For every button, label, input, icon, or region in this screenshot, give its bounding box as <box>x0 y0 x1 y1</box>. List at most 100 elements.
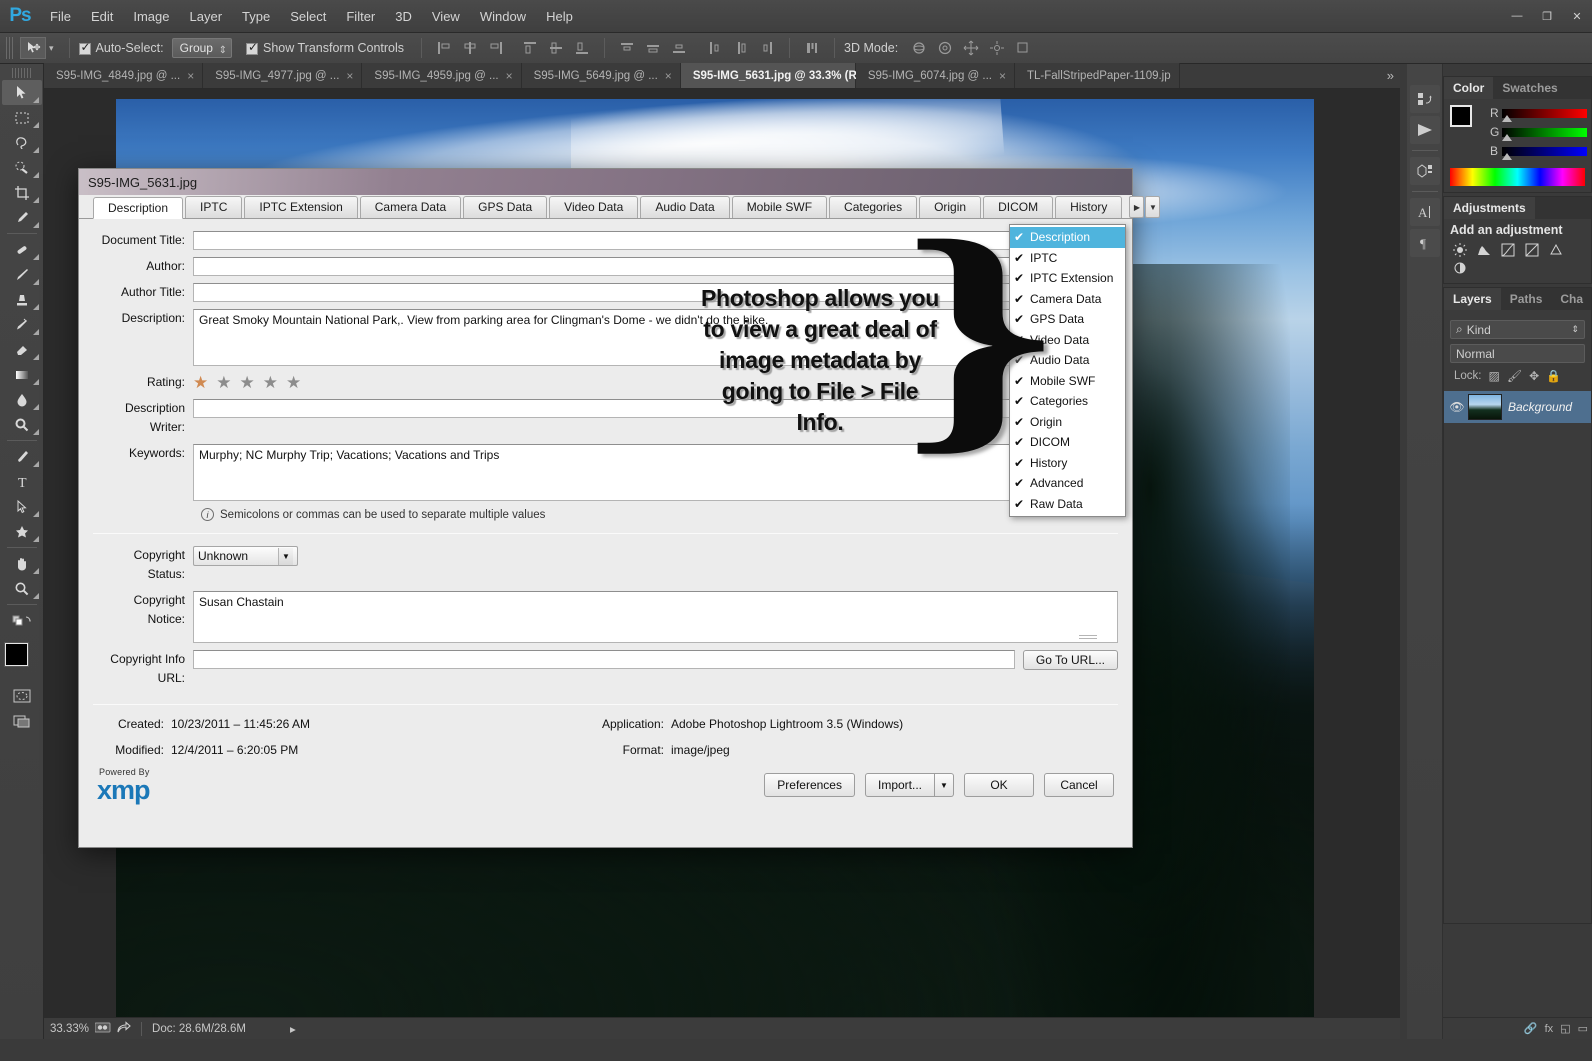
default-colors-icon[interactable] <box>2 608 42 633</box>
layer-kind-filter[interactable]: ⌕ Kind ⇕ <box>1450 320 1585 339</box>
history-brush-tool-icon[interactable] <box>2 312 42 337</box>
import-button[interactable]: Import... <box>864 773 935 797</box>
type-tool-icon[interactable]: T <box>2 469 42 494</box>
tab-adjustments[interactable]: Adjustments <box>1444 197 1535 219</box>
zoom-level[interactable]: 33.33% <box>50 1023 89 1035</box>
document-tab[interactable]: S95-IMG_6074.jpg @ ... × <box>855 63 1016 88</box>
tab-swatches[interactable]: Swatches <box>1493 77 1566 99</box>
options-bar-grip[interactable] <box>6 37 14 59</box>
rating-star-5[interactable]: ★ <box>286 374 301 391</box>
hand-tool-icon[interactable] <box>2 551 42 576</box>
document-tab[interactable]: TL-FallStripedPaper-1109.jp <box>1015 63 1180 88</box>
dialog-tab-iptc[interactable]: IPTC <box>185 196 243 218</box>
document-tab[interactable]: S95-IMG_4849.jpg @ ... × <box>44 63 204 88</box>
chevron-updown-icon[interactable]: ⇕ <box>1571 324 1579 335</box>
close-icon[interactable]: × <box>187 69 194 83</box>
layers-list-empty-area[interactable] <box>1444 423 1591 923</box>
tab-overflow-icon[interactable]: » <box>1381 63 1400 88</box>
move-tool-icon[interactable] <box>20 37 46 59</box>
align-right-edges-icon[interactable] <box>486 38 506 58</box>
crop-tool-icon[interactable] <box>2 180 42 205</box>
paragraph-panel-icon[interactable]: ¶ <box>1409 229 1440 257</box>
screen-mode-icon[interactable] <box>2 708 42 733</box>
timeline-play-icon[interactable] <box>1409 116 1440 144</box>
rotate-3d-icon[interactable] <box>909 38 929 58</box>
menu-file[interactable]: File <box>40 0 81 33</box>
dialog-tab-description[interactable]: Description <box>93 197 184 219</box>
tab-list-chevron-down-icon[interactable]: ▼ <box>1145 196 1161 218</box>
dialog-tab-gps-data[interactable]: GPS Data <box>463 196 548 218</box>
dodge-tool-icon[interactable] <box>2 412 42 437</box>
blur-tool-icon[interactable] <box>2 387 42 412</box>
brightness-contrast-icon[interactable] <box>1448 241 1472 259</box>
maximize-icon[interactable]: ❐ <box>1532 0 1562 33</box>
share-icon[interactable] <box>117 1020 131 1037</box>
auto-select-checkbox[interactable]: Auto-Select: <box>78 40 164 55</box>
path-selection-tool-icon[interactable] <box>2 494 42 519</box>
quick-mask-mode-icon[interactable] <box>2 683 42 708</box>
curves-icon[interactable] <box>1496 241 1520 259</box>
menu-edit[interactable]: Edit <box>81 0 123 33</box>
menu-layer[interactable]: Layer <box>180 0 233 33</box>
copyright-notice-textarea[interactable]: Susan Chastain <box>193 591 1118 643</box>
close-icon[interactable]: × <box>506 69 513 83</box>
red-slider[interactable] <box>1502 108 1587 122</box>
green-slider[interactable] <box>1502 127 1587 141</box>
cancel-button[interactable]: Cancel <box>1044 773 1114 797</box>
roll-3d-icon[interactable] <box>935 38 955 58</box>
gradient-tool-icon[interactable] <box>2 362 42 387</box>
tab-scroll-right-icon[interactable]: ▶ <box>1129 196 1145 218</box>
scale-3d-icon[interactable] <box>1013 38 1033 58</box>
lock-image-pixels-icon[interactable]: 🖌 <box>1507 369 1522 383</box>
levels-icon[interactable] <box>1472 241 1496 259</box>
minimize-icon[interactable]: — <box>1502 0 1532 33</box>
eyedropper-tool-icon[interactable] <box>2 205 42 230</box>
add-mask-icon[interactable]: ◱ <box>1560 1022 1570 1035</box>
document-tab[interactable]: S95-IMG_4977.jpg @ ... × <box>203 63 363 88</box>
close-icon[interactable]: × <box>346 69 353 83</box>
rectangular-marquee-tool-icon[interactable] <box>2 105 42 130</box>
move-tool-icon[interactable] <box>1 80 42 105</box>
lock-transparent-pixels-icon[interactable]: ▨ <box>1489 369 1500 383</box>
clone-stamp-tool-icon[interactable] <box>2 287 42 312</box>
copyright-status-dropdown[interactable]: Unknown ▼ <box>193 546 298 566</box>
eye-icon[interactable]: 👁 <box>1446 400 1468 414</box>
rating-stars[interactable]: ★ ★ ★ ★ ★ <box>193 373 309 392</box>
tab-color[interactable]: Color <box>1444 77 1494 99</box>
layer-row-background[interactable]: 👁 Background <box>1444 391 1591 423</box>
ok-button[interactable]: OK <box>964 773 1034 797</box>
blue-slider-thumb[interactable] <box>1502 152 1512 160</box>
close-icon[interactable]: ✕ <box>1562 0 1592 33</box>
document-tab[interactable]: S95-IMG_5649.jpg @ ... × <box>521 63 681 88</box>
new-group-icon[interactable]: ▭ <box>1578 1022 1588 1035</box>
dialog-tab-video-data[interactable]: Video Data <box>549 196 639 218</box>
slider-row-b[interactable]: B <box>1490 143 1587 160</box>
custom-shape-tool-icon[interactable] <box>2 519 42 544</box>
menu-window[interactable]: Window <box>470 0 536 33</box>
dialog-tab-iptc-extension[interactable]: IPTC Extension <box>244 196 358 218</box>
auto-select-scope-dropdown[interactable]: Group <box>171 38 232 60</box>
spot-healing-brush-tool-icon[interactable] <box>2 237 42 262</box>
slider-row-r[interactable]: R <box>1490 105 1587 122</box>
menu-view[interactable]: View <box>422 0 470 33</box>
close-icon[interactable]: × <box>999 69 1006 83</box>
copyright-url-input[interactable] <box>193 650 1015 669</box>
menu-image[interactable]: Image <box>123 0 179 33</box>
document-tab-active[interactable]: S95-IMG_5631.jpg @ 33.3% (RGB/8)× <box>680 63 901 88</box>
menu-filter[interactable]: Filter <box>336 0 385 33</box>
blend-mode-dropdown[interactable]: Normal <box>1450 344 1585 363</box>
dialog-tab-camera-data[interactable]: Camera Data <box>359 196 462 218</box>
hue-saturation-icon[interactable] <box>1448 259 1472 277</box>
dialog-tab-mobile-swf[interactable]: Mobile SWF <box>731 196 828 218</box>
distribute-bottom-edges-icon[interactable] <box>669 38 689 58</box>
rating-star-3[interactable]: ★ <box>240 374 255 391</box>
blue-slider[interactable] <box>1502 146 1587 160</box>
character-panel-icon[interactable]: A <box>1409 198 1440 226</box>
menu-select[interactable]: Select <box>280 0 336 33</box>
link-layers-icon[interactable]: 🔗 <box>1524 1022 1538 1035</box>
lock-position-icon[interactable]: ✥ <box>1529 369 1539 383</box>
rating-star-2[interactable]: ★ <box>216 374 231 391</box>
tools-panel-grip[interactable] <box>11 68 32 78</box>
lasso-tool-icon[interactable] <box>2 130 42 155</box>
lock-all-icon[interactable]: 🔒 <box>1546 369 1561 383</box>
